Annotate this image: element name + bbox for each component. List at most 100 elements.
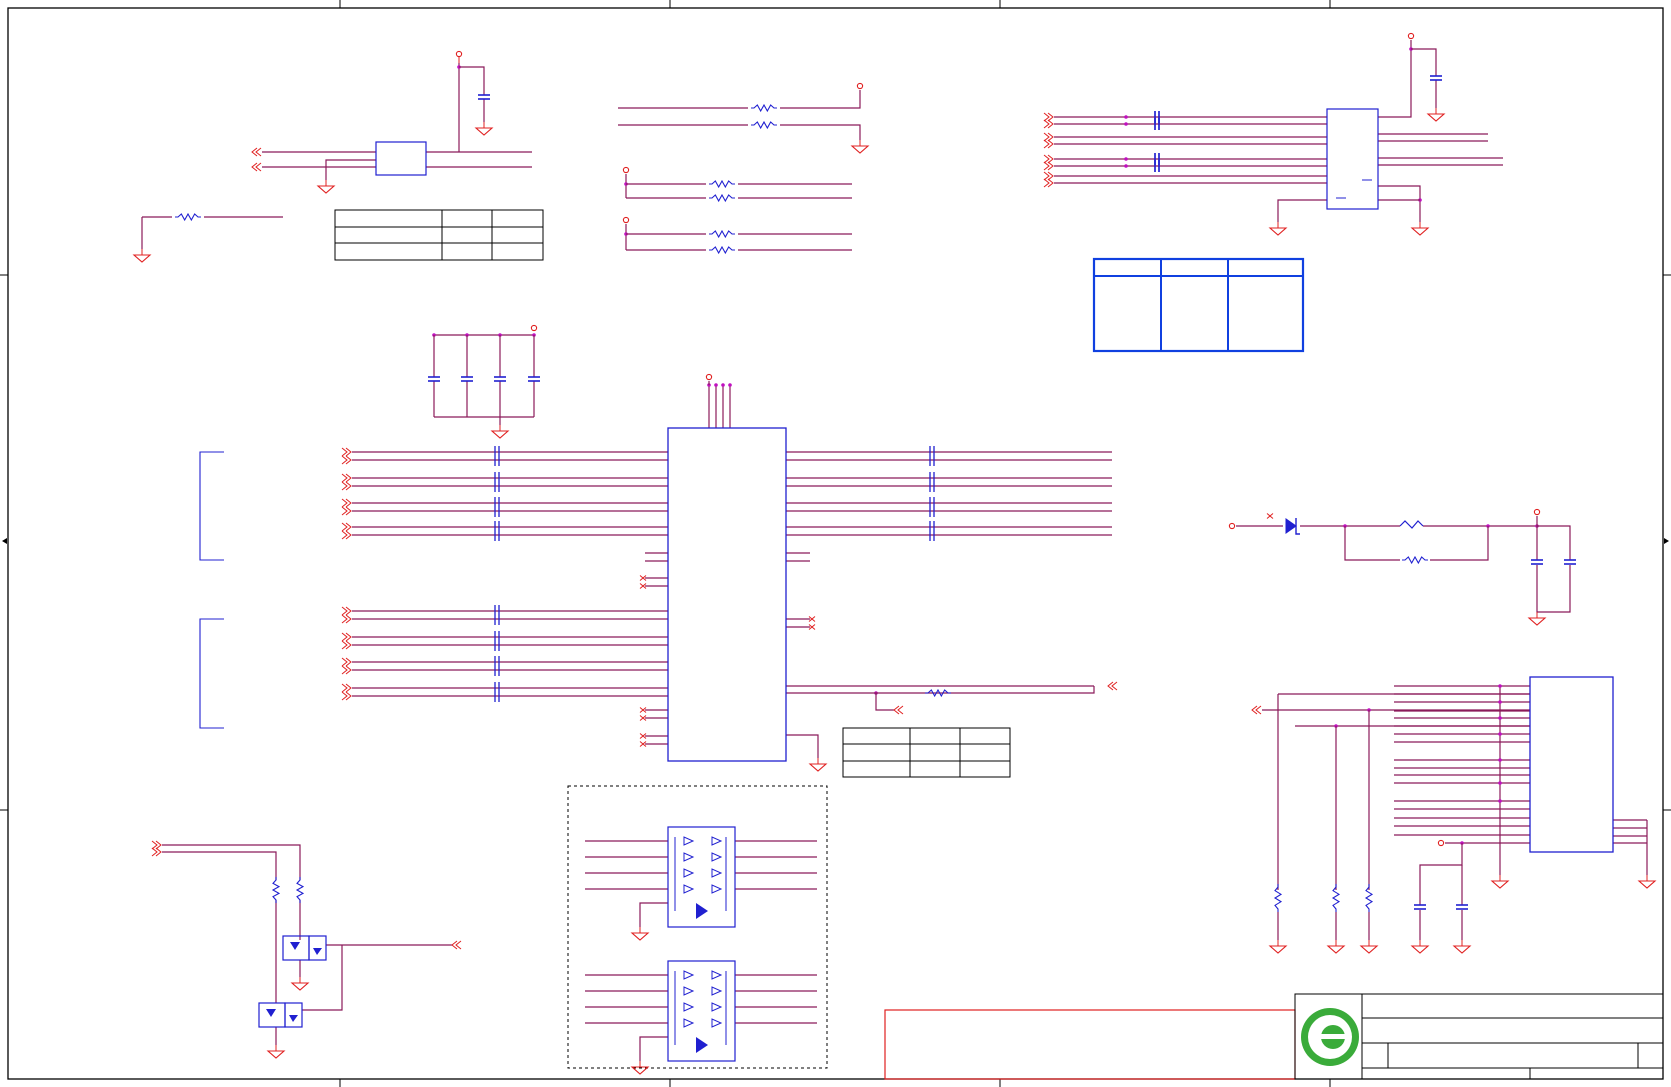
wire	[1430, 526, 1489, 561]
diode-icon	[711, 868, 723, 878]
power-port-icon	[455, 50, 463, 58]
ground-icon	[808, 763, 828, 772]
port-arrow	[341, 683, 348, 693]
ground-icon	[490, 430, 510, 439]
ground-icon	[474, 127, 494, 136]
ground-icon	[290, 982, 310, 991]
logo-bar	[1320, 1034, 1346, 1039]
junction-dot	[1498, 732, 1502, 736]
wire	[639, 1036, 668, 1061]
wire	[199, 618, 224, 729]
diode-icon	[696, 903, 708, 919]
diode-icon	[683, 836, 695, 846]
power-port-icon	[705, 373, 713, 381]
zone-marker	[2, 538, 7, 544]
resistor-icon	[271, 877, 281, 903]
ground-icon	[132, 254, 152, 263]
port-arrow	[341, 632, 348, 642]
ground-icon	[1527, 617, 1547, 626]
junction-dot	[1498, 758, 1502, 762]
resistor-icon	[709, 179, 735, 189]
power-port-icon	[622, 166, 630, 174]
port-arrow	[341, 665, 348, 675]
port-arrow	[341, 614, 348, 624]
resistor-icon	[295, 877, 305, 903]
power-port-icon	[1533, 508, 1541, 516]
ground-icon	[1268, 227, 1288, 236]
junction-dot	[714, 383, 718, 387]
diode-icon	[711, 986, 723, 996]
title-notes-box	[884, 1009, 1296, 1080]
wire	[780, 90, 861, 109]
resistor-icon	[175, 212, 201, 222]
port-arrow	[341, 530, 348, 540]
diode-icon	[289, 1015, 298, 1022]
junction-dot	[1124, 164, 1128, 168]
diode-icon	[711, 836, 723, 846]
wire	[1537, 525, 1571, 560]
diode-icon	[683, 986, 695, 996]
wire	[1419, 843, 1463, 905]
diode-icon	[683, 884, 695, 894]
junction-dot	[1498, 700, 1502, 704]
fuse-icon	[1399, 520, 1424, 529]
ground-icon	[1326, 945, 1346, 954]
info-table	[1092, 257, 1305, 353]
diode-icon	[711, 1018, 723, 1028]
diode-icon	[683, 1002, 695, 1012]
wire	[1378, 40, 1412, 118]
diode-icon	[290, 942, 300, 950]
junction-dot	[1498, 799, 1502, 803]
ground-icon	[1359, 945, 1379, 954]
port-arrow	[341, 481, 348, 491]
ic-block	[1326, 108, 1379, 210]
junction-dot	[1124, 122, 1128, 126]
power-port-icon	[1407, 32, 1415, 40]
ground-icon	[1490, 880, 1510, 889]
ground-icon	[850, 145, 870, 154]
wire	[1277, 199, 1327, 222]
port-arrow	[341, 447, 348, 457]
resistor-icon	[709, 193, 735, 203]
components	[132, 32, 1657, 1075]
diode-icon	[683, 868, 695, 878]
info-table	[334, 209, 544, 261]
wire	[875, 693, 894, 711]
ground-icon	[266, 1050, 286, 1059]
diode-icon	[711, 1002, 723, 1012]
diode-icon	[711, 970, 723, 980]
port-arrow	[341, 522, 348, 532]
ground-icon	[1637, 880, 1657, 889]
port-arrow	[1255, 705, 1262, 715]
wire	[1536, 565, 1571, 613]
wire	[1411, 48, 1437, 76]
info-tables	[334, 209, 1305, 778]
junction-dot	[728, 383, 732, 387]
main-ic	[667, 427, 787, 762]
resistor-icon	[751, 103, 777, 113]
port-arrow	[341, 691, 348, 701]
diode-icon	[683, 970, 695, 980]
wire	[302, 945, 343, 1011]
wire	[162, 844, 301, 880]
port-arrow	[341, 506, 348, 516]
port-arrow	[341, 473, 348, 483]
diode-icon	[1295, 518, 1300, 535]
ground-icon	[1410, 227, 1430, 236]
diode-icon	[711, 852, 723, 862]
resistor-icon	[709, 229, 735, 239]
port-arrow	[341, 657, 348, 667]
wire	[325, 159, 376, 180]
wire	[459, 66, 485, 95]
port-arrow	[897, 705, 904, 715]
outer-frame	[7, 7, 1664, 1080]
ground-icon	[630, 932, 650, 941]
ground-icon	[1268, 945, 1288, 954]
wire	[786, 686, 1095, 694]
resistor-icon	[1402, 555, 1428, 565]
ground-icon	[1410, 945, 1430, 954]
ground-icon	[316, 185, 336, 194]
junction-dot	[1124, 157, 1128, 161]
power-port-icon	[530, 324, 538, 332]
junction-dot	[1124, 115, 1128, 119]
